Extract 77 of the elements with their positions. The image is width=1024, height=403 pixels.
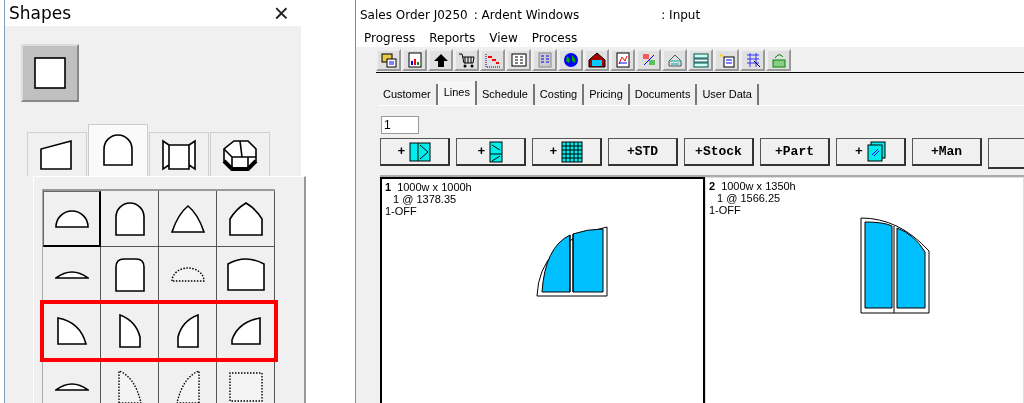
dotted-arch-shape-icon: [175, 369, 200, 403]
price-text: 1 @ 1566.25: [716, 192, 782, 204]
add-button[interactable]: +Stock: [684, 138, 754, 166]
line-item-card[interactable]: 1 1000w x 1000h 1 @ 1378.35 1-OFF: [380, 177, 705, 403]
note-text: 1-OFF: [709, 204, 742, 216]
shape-option[interactable]: [43, 191, 101, 247]
chart-document-icon: [405, 51, 424, 69]
list-icon: [535, 51, 554, 69]
line-number-field[interactable]: 1: [381, 116, 419, 134]
layers-icon: [691, 51, 710, 69]
line-number: 1: [385, 181, 392, 193]
toolbar-button[interactable]: [428, 49, 453, 71]
box-icon: [769, 51, 788, 69]
tab[interactable]: Lines: [437, 81, 477, 105]
add-button[interactable]: +STD: [608, 138, 678, 166]
door-icon: [489, 140, 504, 163]
add-button[interactable]: +: [380, 138, 450, 166]
shape-option[interactable]: [159, 191, 217, 247]
square-icon: [33, 56, 67, 90]
add-button[interactable]: +: [532, 138, 602, 166]
pointed-arch-shape-icon: [170, 204, 205, 233]
segment-shape-icon: [54, 382, 89, 391]
panel-title: Shapes: [9, 3, 72, 23]
line-item-card[interactable]: 2 1000w x 1350h 1 @ 1566.25 1-OFF: [705, 177, 1024, 403]
shape-category-tab[interactable]: [27, 132, 87, 176]
quarter-arch-shape-icon: [176, 313, 199, 348]
round-top-shape-icon: [114, 201, 145, 236]
dotted-arch-shape-icon: [117, 369, 142, 403]
quarter-arch-shape-icon: [230, 316, 261, 345]
shape-category-tab[interactable]: [149, 132, 209, 176]
toolbar-button[interactable]: [584, 49, 609, 71]
price-text: 1 @ 1378.35: [392, 193, 458, 205]
add-button[interactable]: +: [836, 138, 906, 166]
globe-icon: [561, 51, 580, 69]
note-text: 1-OFF: [385, 205, 418, 217]
line-number: 2: [709, 180, 716, 192]
dotted-arch-shape-icon: [170, 267, 205, 282]
copy-window-icon: [866, 141, 886, 162]
customer-name: : Ardent Windows: [473, 8, 580, 22]
grid-window-icon: [561, 140, 584, 163]
add-button[interactable]: +: [456, 138, 526, 166]
cut-off-button[interactable]: [988, 138, 1024, 169]
gantt-chart-icon: [483, 51, 502, 69]
size-text: 1000w x 1000h: [397, 181, 472, 193]
size-text: 1000w x 1350h: [721, 180, 796, 192]
toolbar-button[interactable]: [454, 49, 479, 71]
flat-top-shape-icon: [114, 257, 145, 292]
shape-option[interactable]: [217, 191, 275, 247]
menu-item[interactable]: Process: [531, 31, 578, 45]
toolbar-button[interactable]: [558, 49, 583, 71]
dotted-rectangle-shape-icon: [228, 371, 263, 402]
shape-category-tab[interactable]: [210, 132, 270, 176]
segment-shape-icon: [54, 270, 89, 279]
quarter-arch-shape-icon: [118, 313, 141, 348]
menu-item[interactable]: Progress: [364, 31, 416, 45]
close-button[interactable]: ×: [267, 0, 295, 26]
quarter-arch-shape-icon: [56, 316, 87, 345]
shape-category-tab[interactable]: [88, 124, 148, 176]
shopping-cart-icon: [457, 51, 476, 69]
menu-item[interactable]: Reports: [429, 31, 476, 45]
half-round-shape-icon: [54, 209, 89, 228]
gothic-arch-shape-icon: [228, 201, 263, 236]
shape-option[interactable]: [101, 191, 159, 247]
mode-label: : Input: [661, 8, 701, 22]
frame-icon: [409, 141, 432, 162]
wide-arch-shape-icon: [226, 258, 265, 291]
toolbar-button[interactable]: [402, 49, 427, 71]
house-icon: [587, 51, 606, 69]
folder-table-icon: [379, 51, 398, 69]
menu-item[interactable]: View: [489, 31, 518, 45]
new-document-icon: [717, 51, 736, 69]
report-chart-icon: [613, 51, 632, 69]
square-shape-button[interactable]: [21, 44, 79, 102]
window-title: Sales Order J0250: [360, 8, 468, 22]
table-icon: [509, 51, 528, 69]
add-button[interactable]: +Man: [912, 138, 982, 166]
add-button[interactable]: +Part: [760, 138, 830, 166]
